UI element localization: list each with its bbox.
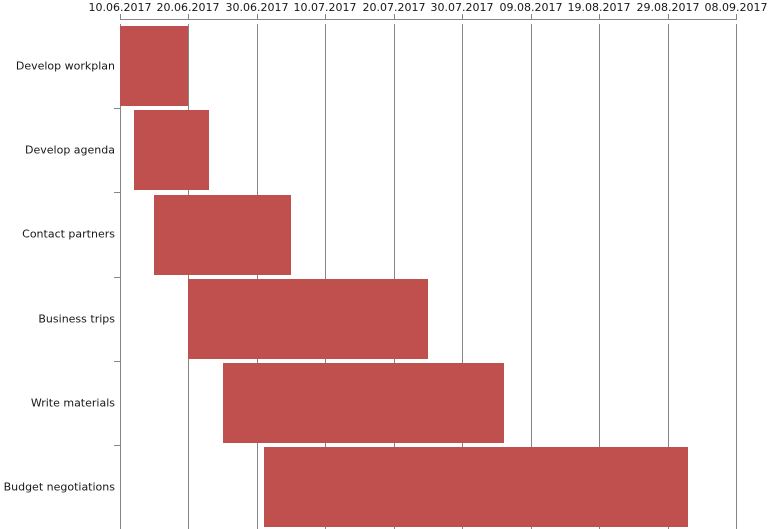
y-axis-label-develop-agenda: Develop agenda: [25, 143, 115, 157]
gantt-chart: 10.06.2017 20.06.2017 30.06.2017 10.07.2017…: [0, 0, 769, 529]
x-axis-label-6: 09.08.2017: [499, 1, 563, 14]
gridline-9: [736, 24, 737, 529]
y-axis-label-develop-workplan: Develop workplan: [15, 59, 115, 73]
x-axis-tick-3: [325, 14, 326, 20]
x-axis-label-9: 08.09.2017: [704, 1, 768, 14]
y-axis-label-write-materials: Write materials: [30, 396, 115, 410]
x-axis-tick-6: [531, 14, 532, 20]
y-axis-tick-3: [114, 277, 120, 278]
gridline-1: [188, 24, 189, 529]
y-axis-tick-2: [114, 192, 120, 193]
y-axis-label-business-trips: Business trips: [38, 312, 115, 326]
y-axis-tick-5: [114, 445, 120, 446]
x-axis-tick-1: [188, 14, 189, 20]
x-axis-label-5: 30.07.2017: [430, 1, 494, 14]
gridline-2: [257, 24, 258, 529]
x-axis-tick-4: [394, 14, 395, 20]
x-axis-label-2: 30.06.2017: [225, 1, 289, 14]
x-axis-tick-9: [736, 14, 737, 20]
gantt-bar-business-trips[interactable]: [188, 279, 428, 359]
x-axis-tick-7: [599, 14, 600, 20]
gantt-bar-budget-negotiations[interactable]: [264, 447, 688, 527]
x-axis-label-4: 20.07.2017: [362, 1, 426, 14]
x-axis-label-8: 29.08.2017: [636, 1, 700, 14]
gantt-bar-contact-partners[interactable]: [154, 195, 291, 275]
x-axis-tick-2: [257, 14, 258, 20]
x-axis-label-1: 20.06.2017: [156, 1, 220, 14]
x-axis-tick-5: [462, 14, 463, 20]
x-axis-tick-0: [120, 14, 121, 20]
x-axis-label-0: 10.06.2017: [88, 1, 152, 14]
gantt-bar-write-materials[interactable]: [223, 363, 504, 443]
gantt-bar-develop-workplan[interactable]: [120, 26, 188, 106]
y-axis-tick-4: [114, 361, 120, 362]
gantt-bar-develop-agenda[interactable]: [134, 110, 209, 190]
x-axis-line: [120, 19, 737, 20]
x-axis-tick-8: [668, 14, 669, 20]
x-axis-label-3: 10.07.2017: [293, 1, 357, 14]
y-axis-label-budget-negotiations: Budget negotiations: [3, 480, 115, 494]
x-axis-label-7: 19.08.2017: [567, 1, 631, 14]
y-axis-label-contact-partners: Contact partners: [22, 227, 115, 241]
y-axis-tick-1: [114, 108, 120, 109]
